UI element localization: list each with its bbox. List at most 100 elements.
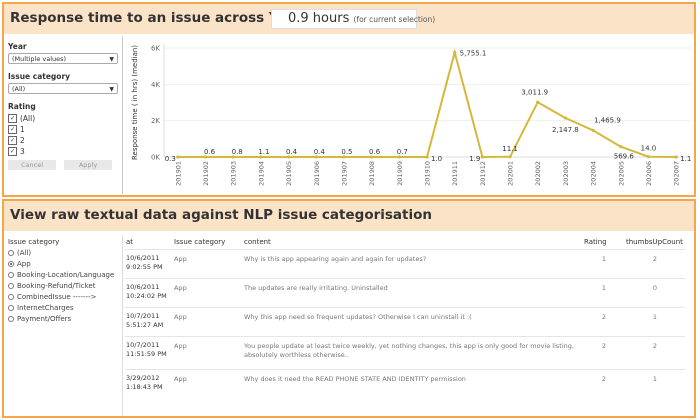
category-option[interactable]: Booking-Location/Language: [8, 269, 120, 280]
y-tick-label: 6K: [151, 45, 160, 53]
response-time-panel: Response time to an issue across Year-mo…: [2, 2, 696, 197]
data-label: 0.6: [204, 148, 216, 156]
cell-thumbs: 1: [625, 307, 685, 337]
apply-button[interactable]: Apply: [64, 160, 112, 170]
x-tick-label: 202002: [534, 161, 542, 186]
category-option[interactable]: InternetCharges: [8, 302, 120, 313]
radio-icon: [8, 260, 14, 267]
column-header-content[interactable]: content: [243, 235, 583, 250]
y-tick-label: 2K: [151, 117, 160, 125]
data-point: [619, 145, 623, 149]
category-option[interactable]: Booking-Refund/Ticket: [8, 280, 120, 291]
x-tick-label: 201909: [396, 161, 404, 186]
cell-content: Why this app need so frequent updates? O…: [243, 307, 583, 337]
cell-thumbs: 0: [625, 278, 685, 308]
data-label: 1.0: [431, 155, 442, 163]
data-point: [536, 100, 540, 104]
x-tick-label: 201907: [340, 161, 348, 186]
data-label: 0.4: [286, 148, 298, 156]
data-label: 1.1: [680, 155, 691, 163]
data-label: 569.6: [614, 153, 635, 161]
rating-option-1[interactable]: ✓ 1: [8, 124, 118, 135]
table-row[interactable]: 10/6/2011 10:24:02 PM App The updates are r…: [125, 278, 685, 308]
cell-rating: 1: [583, 249, 625, 279]
data-table: at Issue category content Rating thumbsU…: [125, 235, 685, 399]
data-point: [591, 128, 595, 132]
x-tick-label: 202007: [673, 161, 681, 186]
y-axis-title: Response time ( in hrs) (median): [131, 45, 139, 160]
cell-thumbs: 2: [625, 249, 685, 279]
cancel-button[interactable]: Cancel: [8, 160, 56, 170]
cell-at: 10/6/2011 9:02:55 PM: [125, 249, 173, 279]
raw-data-panel: View raw textual data against NLP issue …: [2, 199, 696, 418]
data-point: [425, 155, 429, 159]
cell-at: 10/7/2011 5:51:27 AM: [125, 307, 173, 337]
data-label: 0.5: [341, 148, 352, 156]
x-tick-label: 201908: [368, 161, 376, 186]
year-filter-label: Year: [8, 42, 27, 51]
rating-option-all[interactable]: ✓ (All): [8, 113, 118, 124]
category-option[interactable]: Payment/Offers: [8, 313, 120, 324]
data-label: 14.0: [641, 145, 657, 153]
metric-value: 0.9 hours: [288, 11, 350, 26]
x-tick-label: 201910: [424, 161, 432, 186]
column-header-thumbs-up[interactable]: thumbsUpCount: [625, 235, 685, 250]
data-point: [563, 116, 568, 120]
data-point: [176, 155, 180, 159]
table-row[interactable]: 10/7/2011 11:51:59 PM App You people update…: [125, 336, 685, 370]
category-option-label: (All): [17, 248, 32, 257]
cell-content: Why is this app appearing again and agai…: [243, 249, 583, 279]
checkbox-checked-icon: ✓: [8, 125, 17, 134]
chevron-down-icon: ▼: [109, 86, 114, 93]
x-tick-label: 201903: [230, 161, 238, 186]
category-option[interactable]: (All): [8, 247, 120, 258]
column-header-issue-category[interactable]: Issue category: [173, 235, 243, 250]
response-time-line-chart: 0K 2K 4K 6K Response time ( in hrs) (median)…: [131, 44, 691, 186]
year-dropdown[interactable]: (Multiple values) ▼: [8, 53, 118, 64]
table-row[interactable]: 10/6/2011 9:02:55 PM App Why is this app ap…: [125, 249, 685, 279]
data-point: [674, 155, 678, 159]
rating-option-2[interactable]: ✓ 2: [8, 135, 118, 146]
cell-category: App: [173, 278, 243, 308]
checkbox-checked-icon: ✓: [8, 136, 17, 145]
cell-rating: 2: [583, 307, 625, 337]
data-label: 2,147.8: [552, 126, 579, 134]
column-header-at[interactable]: at: [125, 235, 173, 250]
y-tick-label: 4K: [151, 81, 160, 89]
column-header-rating[interactable]: Rating: [583, 235, 625, 250]
cell-rating: 1: [583, 278, 625, 308]
radio-icon: [8, 249, 14, 256]
cell-content: You people update at least twice weekly,…: [243, 336, 583, 370]
rating-option-3[interactable]: ✓ 3: [8, 146, 118, 157]
data-point: [508, 155, 512, 159]
category-filter-label: Issue category: [8, 238, 60, 246]
category-option-label: CombinedIssue ------->: [17, 292, 97, 301]
panel-header: View raw textual data against NLP issue …: [4, 201, 694, 231]
x-tick-label: 202003: [562, 161, 570, 186]
category-option[interactable]: App: [8, 258, 120, 269]
category-option[interactable]: CombinedIssue ------->: [8, 291, 120, 302]
cell-at: 10/6/2011 10:24:02 PM: [125, 278, 173, 308]
data-point: [453, 50, 457, 55]
table-row[interactable]: 3/29/2012 1:18:43 PM App Why does it need t…: [125, 369, 685, 399]
data-label: 3,011.9: [521, 88, 548, 96]
x-tick-label: 202001: [507, 161, 515, 186]
data-table-container: at Issue category content Rating thumbsU…: [122, 235, 691, 416]
category-option-label: App: [17, 259, 31, 268]
table-row[interactable]: 10/7/2011 5:51:27 AM App Why this app need …: [125, 307, 685, 337]
data-label: 0.6: [369, 148, 381, 156]
cell-at: 10/7/2011 11:51:59 PM: [125, 336, 173, 370]
category-dropdown[interactable]: (All) ▼: [8, 83, 118, 94]
data-point: [646, 155, 651, 159]
x-tick-label: 202006: [645, 161, 653, 186]
x-tick-label: 202004: [590, 161, 598, 186]
data-label: 1.1: [258, 148, 269, 156]
panel-title: View raw textual data against NLP issue …: [10, 207, 432, 223]
divider: [122, 36, 123, 194]
checkbox-checked-icon: ✓: [8, 147, 17, 156]
rating-filter-label: Rating: [8, 102, 36, 111]
radio-icon: [8, 315, 14, 322]
data-label: 0.4: [314, 148, 326, 156]
cell-at: 3/29/2012 1:18:43 PM: [125, 369, 173, 399]
category-radio-filter: Issue category (All) App Booking-Location/…: [8, 238, 120, 324]
